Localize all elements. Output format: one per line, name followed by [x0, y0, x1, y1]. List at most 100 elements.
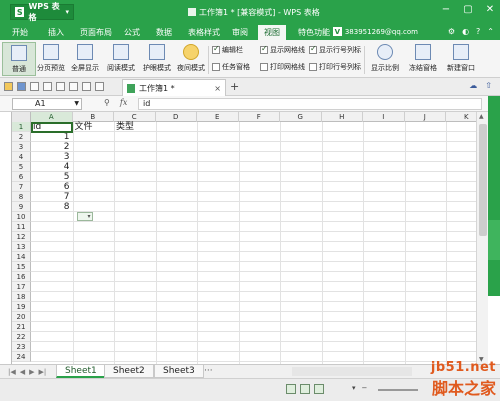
fx-icon[interactable]: fx	[120, 98, 127, 107]
spreadsheet-grid[interactable]: ABCDEFGHIJK 1 2 3 4 5 6 7 8 9 10 11 12 13 14 15 16 17 18 1…	[11, 112, 476, 364]
table-cell[interactable]: 8	[31, 202, 70, 212]
column-header[interactable]: A	[31, 112, 73, 122]
row-header[interactable]: 20	[12, 312, 31, 322]
table-cell[interactable]: 3	[31, 152, 70, 162]
open-icon[interactable]	[4, 82, 13, 91]
normal-view-button[interactable]: 普通	[2, 42, 36, 76]
table-cell[interactable]: 文件	[75, 122, 93, 132]
menu-home[interactable]: 开始	[12, 27, 28, 38]
row-header[interactable]: 13	[12, 242, 31, 252]
row-header[interactable]: 6	[12, 172, 31, 182]
scroll-up-icon[interactable]: ▲	[479, 113, 484, 120]
copy-icon[interactable]	[56, 82, 65, 91]
row-header[interactable]: 15	[12, 262, 31, 272]
zoom-menu-icon[interactable]: ▾	[352, 384, 356, 392]
print-headings-checkbox[interactable]: 打印行号列标	[309, 62, 361, 72]
horizontal-scrollbar[interactable]	[292, 367, 412, 376]
name-box[interactable]: A1 ▼	[12, 98, 82, 110]
menu-table-style[interactable]: 表格样式	[188, 27, 220, 38]
save-icon[interactable]	[17, 82, 26, 91]
next-sheet-icon[interactable]: ▶	[29, 368, 34, 376]
help-icon[interactable]: ?	[476, 27, 480, 36]
table-cell[interactable]: 1	[31, 132, 70, 142]
eye-protection-button[interactable]: 护眼模式	[140, 42, 174, 76]
row-header[interactable]: 19	[12, 302, 31, 312]
table-cell[interactable]: 6	[31, 182, 70, 192]
minimize-icon[interactable]: −	[440, 4, 452, 15]
menu-view[interactable]: 视图	[258, 25, 286, 40]
row-header[interactable]: 16	[12, 272, 31, 282]
select-all-corner[interactable]	[12, 112, 31, 122]
menu-formula[interactable]: 公式	[124, 27, 140, 38]
show-gridlines-checkbox[interactable]: 显示网格线	[260, 44, 305, 55]
tab-workbook1[interactable]: 工作簿1 * ×	[122, 79, 226, 96]
column-header[interactable]: C	[114, 112, 156, 122]
fullscreen-button[interactable]: 全屏显示	[68, 42, 102, 76]
row-header[interactable]: 2	[12, 132, 31, 142]
formula-input[interactable]: id	[138, 98, 482, 110]
tab-sheet1[interactable]: Sheet1	[56, 365, 106, 378]
column-header[interactable]: H	[322, 112, 363, 122]
last-sheet-icon[interactable]: ▶|	[39, 368, 47, 376]
column-header[interactable]: J	[405, 112, 446, 122]
cloud-icon[interactable]: ☁	[469, 81, 477, 90]
column-header[interactable]: K	[446, 112, 476, 122]
settings-icon[interactable]: ⚙	[448, 27, 455, 36]
formula-bar-checkbox[interactable]: 编辑栏	[212, 44, 243, 55]
close-tab-icon[interactable]: ×	[214, 84, 221, 93]
column-header[interactable]: E	[197, 112, 239, 122]
upload-icon[interactable]: ⇧	[485, 81, 492, 90]
row-header[interactable]: 9	[12, 202, 31, 212]
row-header[interactable]: 10	[12, 212, 31, 222]
menu-special[interactable]: 特色功能	[298, 27, 330, 38]
column-header[interactable]: B	[73, 112, 114, 122]
chevron-down-icon[interactable]: ▼	[74, 99, 79, 109]
paste-icon[interactable]	[69, 82, 78, 91]
row-header[interactable]: 24	[12, 352, 31, 362]
normal-view-icon[interactable]	[286, 384, 296, 394]
redo-icon[interactable]	[95, 82, 104, 91]
paste-options-icon[interactable]: ▾	[76, 212, 93, 221]
table-cell[interactable]: 7	[31, 192, 70, 202]
more-sheets-button[interactable]: ···	[204, 366, 213, 376]
table-cell[interactable]: 类型	[116, 122, 134, 132]
menu-data[interactable]: 数据	[156, 27, 172, 38]
prev-sheet-icon[interactable]: ◀	[20, 368, 25, 376]
zoom-out-icon[interactable]: −	[362, 384, 368, 392]
row-header[interactable]: 1	[12, 122, 31, 132]
table-cell[interactable]: 4	[31, 162, 70, 172]
table-cell[interactable]: 5	[31, 172, 70, 182]
print-preview-icon[interactable]	[43, 82, 52, 91]
row-header[interactable]: 14	[12, 252, 31, 262]
table-cell[interactable]: 2	[31, 142, 70, 152]
zoom-slider[interactable]	[378, 389, 418, 391]
show-headings-checkbox[interactable]: 显示行号列标	[309, 44, 361, 55]
row-header[interactable]: 23	[12, 342, 31, 352]
row-header[interactable]: 11	[12, 222, 31, 232]
scrollbar-thumb[interactable]	[479, 124, 487, 236]
magnifier-icon[interactable]: ⚲	[104, 98, 110, 107]
task-pane-checkbox[interactable]: 任务窗格	[212, 62, 250, 72]
row-header[interactable]: 17	[12, 282, 31, 292]
reading-mode-button[interactable]: 阅读模式	[104, 42, 138, 76]
column-header[interactable]: G	[280, 112, 322, 122]
row-header[interactable]: 21	[12, 322, 31, 332]
skin-icon[interactable]: ◐	[462, 27, 469, 36]
column-header[interactable]: I	[363, 112, 405, 122]
app-menu-button[interactable]: S WPS 表格 ▾	[10, 2, 74, 22]
row-header[interactable]: 22	[12, 332, 31, 342]
night-mode-button[interactable]: 夜间模式	[174, 42, 208, 76]
tab-sheet3[interactable]: Sheet3	[154, 365, 204, 378]
row-header[interactable]: 12	[12, 232, 31, 242]
row-header[interactable]: 8	[12, 192, 31, 202]
vertical-scrollbar[interactable]: ▲ ▼	[476, 112, 488, 364]
row-header[interactable]: 3	[12, 142, 31, 152]
page-break-preview-button[interactable]: 分页预览	[34, 42, 68, 76]
zoom-button[interactable]: 显示比例	[368, 42, 402, 76]
maximize-icon[interactable]: ▢	[462, 4, 474, 15]
collapse-icon[interactable]: ⌃	[487, 27, 494, 36]
menu-page-layout[interactable]: 页面布局	[80, 27, 112, 38]
row-header[interactable]: 4	[12, 152, 31, 162]
row-header[interactable]: 5	[12, 162, 31, 172]
account[interactable]: V 383951269@qq.com	[332, 27, 418, 36]
